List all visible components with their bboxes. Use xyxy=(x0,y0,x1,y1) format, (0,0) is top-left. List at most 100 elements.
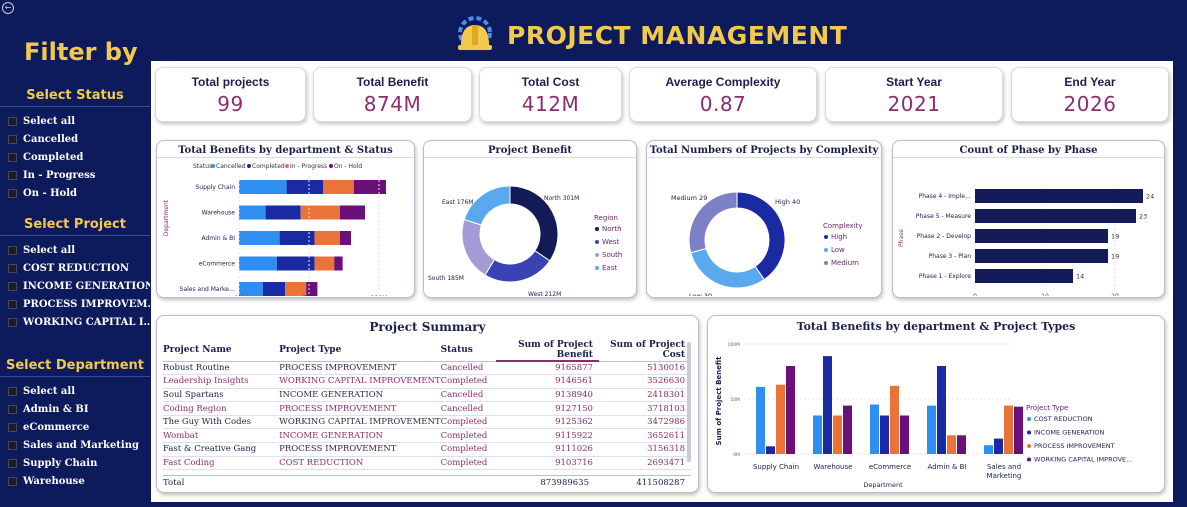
column-header[interactable]: Project Type xyxy=(279,340,441,362)
table-row[interactable]: Fast & Creative Gang PROCESS IMPROVEMENT C… xyxy=(163,442,691,457)
x-tick-label: Marketing xyxy=(987,472,1022,480)
bar-segment[interactable] xyxy=(339,231,351,245)
bar[interactable] xyxy=(975,249,1108,263)
donut-slice[interactable] xyxy=(461,218,496,276)
table-row[interactable]: Wombat INCOME GENERATION Completed 9115922 3… xyxy=(163,428,691,444)
bar[interactable] xyxy=(870,404,879,455)
filter-title: Filter by xyxy=(24,38,138,66)
checkbox[interactable] xyxy=(8,440,17,450)
filter-option[interactable]: Select all xyxy=(0,112,150,130)
checkbox[interactable] xyxy=(8,188,17,198)
page-title: PROJECT MANAGEMENT xyxy=(507,20,848,50)
table-cell: Completed xyxy=(440,428,496,444)
bar-segment[interactable] xyxy=(286,180,323,194)
bar-segment[interactable] xyxy=(239,282,263,296)
filter-option[interactable]: COST REDUCTION xyxy=(0,259,150,277)
checkbox[interactable] xyxy=(8,263,17,273)
column-header[interactable]: Status xyxy=(440,340,496,362)
checkbox[interactable] xyxy=(8,422,17,432)
checkbox[interactable] xyxy=(8,281,17,291)
data-label: Low 30 xyxy=(689,292,712,296)
bar[interactable] xyxy=(880,415,889,455)
bar[interactable] xyxy=(927,405,936,454)
table-row[interactable]: Robust Routine PROCESS IMPROVEMENT Cancell… xyxy=(163,361,691,376)
bar-segment[interactable] xyxy=(314,256,335,271)
bar[interactable] xyxy=(900,415,909,455)
filter-option[interactable]: On - Hold xyxy=(0,184,150,202)
bar-segment[interactable] xyxy=(239,180,287,194)
bar[interactable] xyxy=(813,415,822,455)
checkbox[interactable] xyxy=(8,134,17,144)
bar[interactable] xyxy=(975,229,1108,243)
bar[interactable] xyxy=(786,366,795,454)
checkbox[interactable] xyxy=(8,170,17,180)
bar[interactable] xyxy=(975,189,1143,203)
checkbox[interactable] xyxy=(8,317,17,327)
bar[interactable] xyxy=(975,269,1073,283)
bar-segment[interactable] xyxy=(239,205,266,220)
checkbox[interactable] xyxy=(8,476,17,486)
bar[interactable] xyxy=(937,366,946,454)
donut-slice[interactable] xyxy=(484,250,551,283)
filter-option[interactable]: Warehouse xyxy=(0,472,150,490)
checkbox[interactable] xyxy=(8,299,17,309)
column-header[interactable]: Sum of Project Cost xyxy=(598,340,691,362)
bar[interactable] xyxy=(1014,406,1023,454)
bar[interactable] xyxy=(994,438,1003,454)
filter-option[interactable]: Admin & BI xyxy=(0,400,150,418)
checkbox[interactable] xyxy=(8,152,17,162)
table-row[interactable]: Fast Coding COST REDUCTION Completed 910371… xyxy=(163,456,691,471)
bar[interactable] xyxy=(947,435,956,454)
table-row[interactable]: Leadership Insights WORKING CAPITAL IMPRO… xyxy=(163,374,691,389)
bar[interactable] xyxy=(756,386,765,454)
filter-option[interactable]: INCOME GENERATION xyxy=(0,277,150,295)
filter-option[interactable]: Select all xyxy=(0,241,150,259)
bar-segment[interactable] xyxy=(239,231,280,245)
bar-segment[interactable] xyxy=(285,282,307,296)
bar[interactable] xyxy=(975,209,1136,223)
filter-option[interactable]: Cancelled xyxy=(0,130,150,148)
table-row[interactable]: Soul Spartans INCOME GENERATION Cancelled 9… xyxy=(163,388,691,403)
bar-segment[interactable] xyxy=(265,205,301,220)
checkbox[interactable] xyxy=(8,386,17,396)
bar-segment[interactable] xyxy=(314,231,340,245)
checkbox[interactable] xyxy=(8,116,17,126)
table-scrollbar[interactable] xyxy=(687,342,691,462)
bar[interactable] xyxy=(890,385,899,454)
checkbox[interactable] xyxy=(8,458,17,468)
bar-segment[interactable] xyxy=(339,205,365,220)
project-filter: Select Project Select all COST REDUCTION I… xyxy=(0,217,150,331)
filter-option[interactable]: PROCESS IMPROVEM… xyxy=(0,295,150,313)
filter-option[interactable]: Completed xyxy=(0,148,150,166)
filter-option[interactable]: Select all xyxy=(0,382,150,400)
bar-segment[interactable] xyxy=(300,205,340,220)
table-row[interactable]: Coding Region PROCESS IMPROVEMENT Cancelle… xyxy=(163,401,691,416)
filter-option[interactable]: eCommerce xyxy=(0,418,150,436)
bar-segment[interactable] xyxy=(334,256,343,271)
filter-option[interactable]: WORKING CAPITAL I… xyxy=(0,313,150,331)
bar[interactable] xyxy=(833,415,842,455)
table-row[interactable]: The Guy With Codes WORKING CAPITAL IMPROV… xyxy=(163,415,691,430)
kpi-value: 2021 xyxy=(887,92,941,116)
filter-option[interactable]: Sales and Marketing xyxy=(0,436,150,454)
checkbox[interactable] xyxy=(8,245,17,255)
bar[interactable] xyxy=(766,446,775,454)
bar[interactable] xyxy=(984,445,993,454)
bar-segment[interactable] xyxy=(323,180,354,194)
bar[interactable] xyxy=(823,356,832,454)
bar-segment[interactable] xyxy=(239,256,277,271)
bar-segment[interactable] xyxy=(353,180,386,194)
filter-option[interactable]: In - Progress xyxy=(0,166,150,184)
column-header[interactable]: Project Name xyxy=(163,340,280,362)
bar[interactable] xyxy=(776,384,785,454)
donut-slice[interactable] xyxy=(690,247,765,289)
bar-segment[interactable] xyxy=(306,282,318,296)
column-header-sorted[interactable]: Sum of Project Benefit xyxy=(495,340,599,362)
bar[interactable] xyxy=(957,435,966,454)
checkbox[interactable] xyxy=(8,404,17,414)
filter-option[interactable]: Supply Chain xyxy=(0,454,150,472)
legend-marker xyxy=(595,227,599,231)
bar[interactable] xyxy=(1004,405,1013,454)
bar[interactable] xyxy=(843,405,852,454)
bar-segment[interactable] xyxy=(262,282,286,296)
